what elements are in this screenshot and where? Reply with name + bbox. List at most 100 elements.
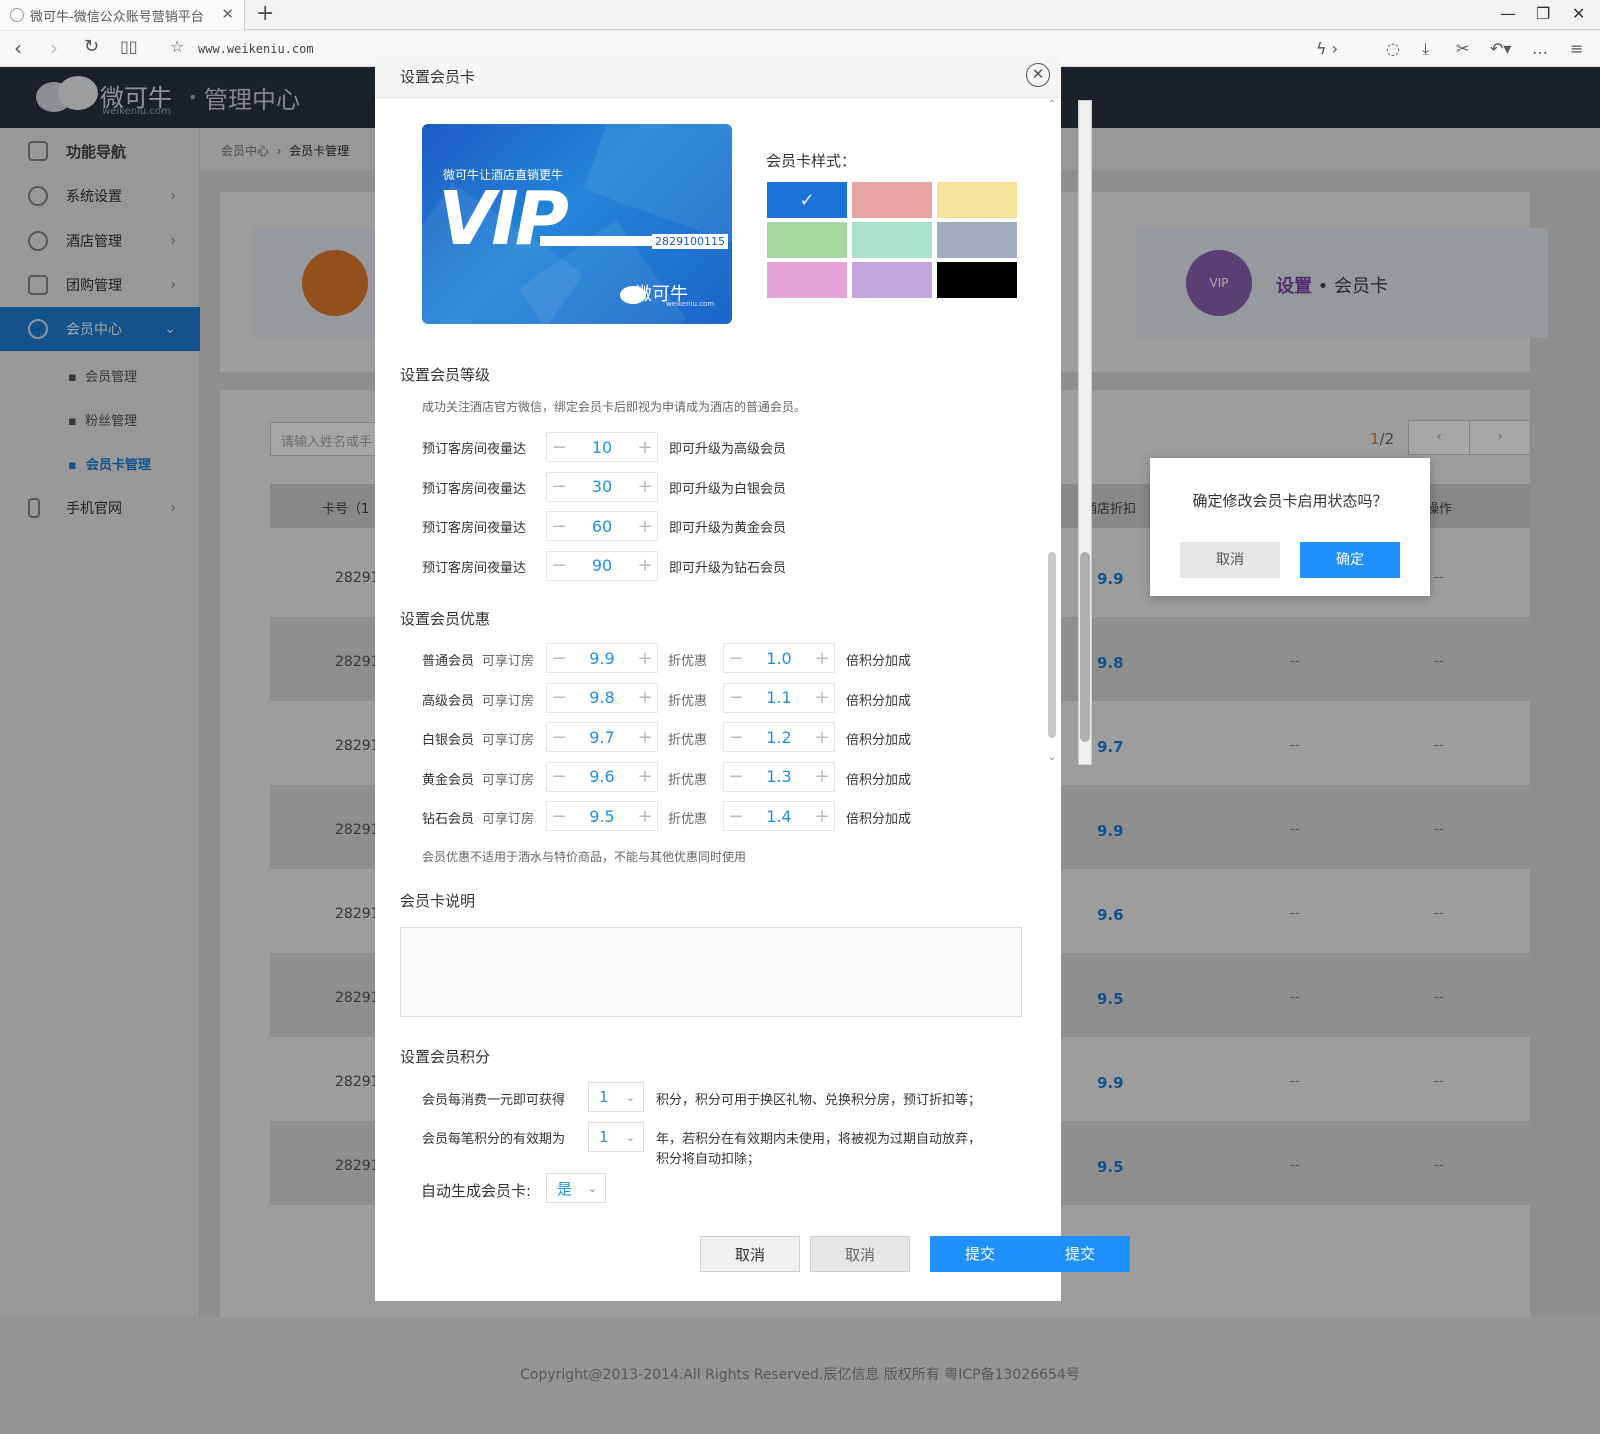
benefit-discount-stepper[interactable]: −9.7 + [546, 722, 658, 752]
plus-icon[interactable]: + [810, 687, 834, 708]
minus-icon[interactable]: − [724, 806, 748, 827]
bookmark-star-icon[interactable]: ☆ [170, 37, 184, 56]
card-color-swatch[interactable] [937, 222, 1017, 258]
benefit-points-stepper[interactable]: −1.4 + [723, 801, 835, 831]
stepper-value[interactable]: 1.2 [748, 728, 810, 747]
url-text[interactable]: www.weikeniu.com [198, 42, 314, 56]
card-color-swatch[interactable] [767, 262, 847, 298]
close-tab-icon[interactable]: ✕ [221, 5, 234, 23]
stepper-value[interactable]: 9.5 [571, 807, 633, 826]
plus-icon[interactable]: + [633, 555, 657, 576]
card-color-swatch[interactable] [852, 222, 932, 258]
plus-icon[interactable]: + [633, 516, 657, 537]
minus-icon[interactable]: − [724, 648, 748, 669]
flash-icon[interactable]: ϟ › [1316, 39, 1338, 58]
scroll-up-icon[interactable]: ⌃ [1048, 99, 1056, 110]
plus-icon[interactable]: + [633, 727, 657, 748]
close-icon[interactable]: ✕ [1026, 63, 1050, 87]
menu-icon[interactable]: ≡ [1570, 39, 1583, 58]
minus-icon[interactable]: − [547, 806, 571, 827]
minus-icon[interactable]: − [547, 516, 571, 537]
minus-icon[interactable]: − [547, 437, 571, 458]
minus-icon[interactable]: − [547, 476, 571, 497]
forward-icon[interactable]: › [50, 36, 58, 60]
minus-icon[interactable]: − [547, 766, 571, 787]
stepper-value[interactable]: 1.0 [748, 649, 810, 668]
stepper-value[interactable]: 10 [571, 438, 633, 457]
cancel-button-secondary[interactable]: 取消 [810, 1236, 910, 1272]
new-tab-icon[interactable]: + [256, 1, 274, 26]
browser-tab[interactable]: 微可牛-微信公众账号营销平台 ✕ [0, 0, 245, 30]
plus-icon[interactable]: + [633, 476, 657, 497]
benefit-discount-stepper[interactable]: −9.8 + [546, 682, 658, 713]
submit-button[interactable]: 提交 [930, 1236, 1030, 1272]
plus-icon[interactable]: + [633, 687, 657, 708]
minus-icon[interactable]: − [724, 727, 748, 748]
minus-icon[interactable]: − [547, 555, 571, 576]
stepper-value[interactable]: 9.8 [571, 688, 633, 707]
close-window-icon[interactable]: ✕ [1572, 4, 1585, 23]
benefit-suffix: 倍积分加成 [846, 772, 912, 788]
plus-icon[interactable]: + [633, 648, 657, 669]
plus-icon[interactable]: + [633, 806, 657, 827]
stepper-value[interactable]: 1.1 [748, 688, 810, 707]
benefit-points-stepper[interactable]: −1.1 + [723, 682, 835, 713]
plus-icon[interactable]: + [633, 437, 657, 458]
level-nights-stepper[interactable]: −60 + [546, 511, 658, 541]
plus-icon[interactable]: + [633, 766, 657, 787]
minus-icon[interactable]: − [724, 766, 748, 787]
level-nights-stepper[interactable]: −30 + [546, 471, 658, 502]
minus-icon[interactable]: − [547, 727, 571, 748]
card-color-swatch[interactable]: ✓ [767, 182, 847, 218]
plus-icon[interactable]: + [810, 727, 834, 748]
card-description-textarea[interactable] [400, 927, 1022, 1017]
card-color-swatch[interactable] [852, 262, 932, 298]
stepper-value[interactable]: 30 [571, 477, 633, 496]
chat-icon[interactable]: ◌ [1386, 39, 1400, 58]
scissors-icon[interactable]: ✂ [1456, 39, 1469, 58]
modal-scrollbar-thumb[interactable] [1048, 552, 1056, 738]
stepper-value[interactable]: 1.3 [748, 767, 810, 786]
points-rate-select[interactable]: 1 ⌄ [588, 1082, 644, 1112]
page-scrollbar-thumb[interactable] [1080, 552, 1090, 742]
more-icon[interactable]: … [1532, 39, 1548, 58]
stepper-value[interactable]: 9.6 [571, 767, 633, 786]
stepper-value[interactable]: 90 [571, 556, 633, 575]
confirm-ok-button[interactable]: 确定 [1300, 542, 1400, 578]
restore-icon[interactable]: ❐ [1536, 4, 1550, 23]
reader-icon[interactable]: ▯▯ [120, 37, 138, 56]
submit-button-secondary[interactable]: 提交 [1030, 1236, 1130, 1272]
card-color-swatch[interactable] [937, 182, 1017, 218]
benefit-points-stepper[interactable]: −1.2 + [723, 722, 835, 752]
card-color-swatch[interactable] [852, 182, 932, 218]
benefit-points-stepper[interactable]: −1.0 + [723, 643, 835, 673]
level-nights-stepper[interactable]: −90 + [546, 550, 658, 581]
cancel-button[interactable]: 取消 [700, 1236, 800, 1272]
stepper-value[interactable]: 9.7 [571, 728, 633, 747]
back-icon[interactable]: ‹ [14, 36, 22, 60]
level-nights-stepper[interactable]: −10 + [546, 432, 658, 462]
minus-icon[interactable]: − [724, 687, 748, 708]
auto-card-select[interactable]: 是 ⌄ [546, 1173, 606, 1203]
minus-icon[interactable]: − [547, 648, 571, 669]
benefit-discount-stepper[interactable]: −9.6 + [546, 761, 658, 792]
minimize-icon[interactable]: — [1500, 4, 1516, 23]
plus-icon[interactable]: + [810, 806, 834, 827]
card-color-swatch[interactable] [937, 262, 1017, 298]
benefit-points-stepper[interactable]: −1.3 + [723, 761, 835, 792]
download-icon[interactable]: ⤓ [1422, 39, 1429, 59]
stepper-value[interactable]: 1.4 [748, 807, 810, 826]
undo-icon[interactable]: ↶▾ [1490, 39, 1511, 58]
benefit-discount-stepper[interactable]: −9.5 + [546, 801, 658, 831]
stepper-value[interactable]: 60 [571, 517, 633, 536]
plus-icon[interactable]: + [810, 648, 834, 669]
minus-icon[interactable]: − [547, 687, 571, 708]
confirm-cancel-button[interactable]: 取消 [1180, 542, 1280, 578]
card-color-swatch[interactable] [767, 222, 847, 258]
plus-icon[interactable]: + [810, 766, 834, 787]
benefit-discount-stepper[interactable]: −9.9 + [546, 643, 658, 673]
stepper-value[interactable]: 9.9 [571, 649, 633, 668]
points-expire-select[interactable]: 1 ⌄ [588, 1122, 644, 1152]
scroll-down-icon[interactable]: ⌄ [1048, 752, 1056, 763]
reload-icon[interactable]: ↻ [84, 36, 99, 57]
